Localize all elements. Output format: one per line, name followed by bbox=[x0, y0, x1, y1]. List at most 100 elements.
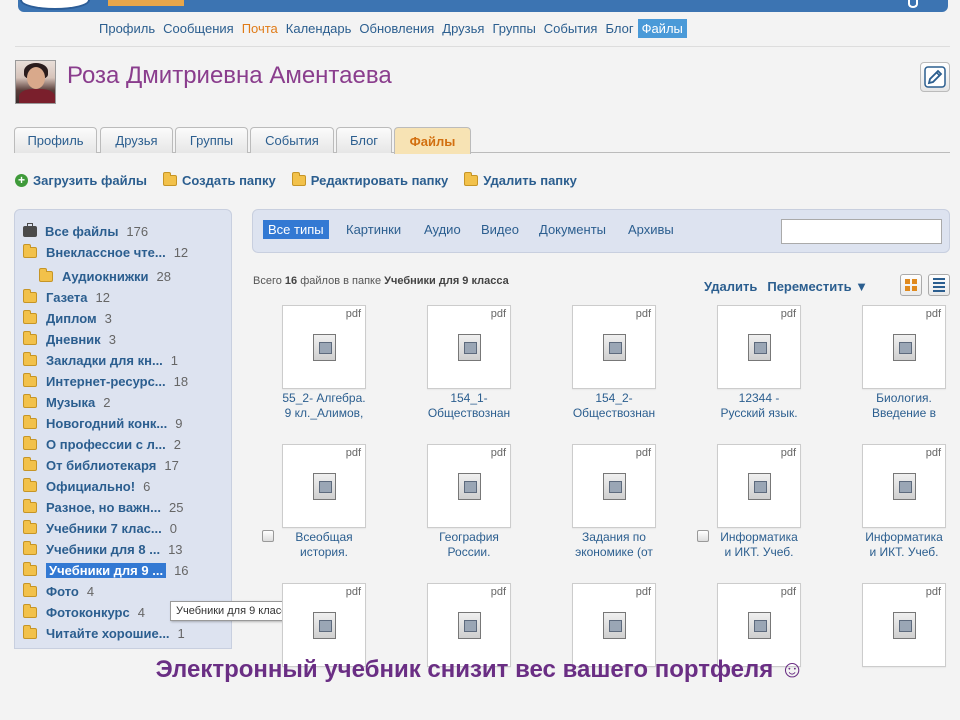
file-name[interactable]: экономике (от bbox=[554, 545, 674, 560]
file-checkbox[interactable] bbox=[697, 530, 709, 542]
nav-item[interactable]: Профиль bbox=[95, 19, 159, 38]
sidebar-item-folder[interactable]: О профессии с л... 2 bbox=[23, 436, 181, 453]
file-name[interactable]: Задания по bbox=[554, 530, 674, 545]
upload-files-button[interactable]: + Загрузить файлы bbox=[15, 173, 147, 188]
nav-item[interactable]: Обновления bbox=[355, 19, 438, 38]
sidebar-item-folder[interactable]: Читайте хорошие... 1 bbox=[23, 625, 185, 642]
file-name[interactable]: Обществознан bbox=[554, 406, 674, 421]
nav-item[interactable]: Файлы bbox=[637, 19, 687, 38]
file-thumbnail[interactable]: pdf bbox=[862, 583, 946, 667]
file-name[interactable]: 154_1- bbox=[409, 391, 529, 406]
file-thumbnail[interactable]: pdf bbox=[717, 305, 801, 389]
filter-type[interactable]: Аудио bbox=[419, 220, 466, 239]
sidebar-item-folder[interactable]: Интернет-ресурс... 18 bbox=[23, 373, 188, 390]
file-name[interactable]: Всеобщая bbox=[264, 530, 384, 545]
tab[interactable]: Друзья bbox=[100, 127, 173, 153]
sidebar-item-folder[interactable]: Учебники 7 клас... 0 bbox=[23, 520, 177, 537]
nav-item[interactable]: Группы bbox=[488, 19, 539, 38]
filter-type[interactable]: Видео bbox=[476, 220, 524, 239]
file-name[interactable]: Информатика bbox=[699, 530, 819, 545]
delete-folder-button[interactable]: Удалить папку bbox=[464, 172, 577, 188]
grid-view-button[interactable] bbox=[900, 274, 922, 296]
file-name[interactable]: 55_2- Алгебра. bbox=[264, 391, 384, 406]
filter-type[interactable]: Все типы bbox=[263, 220, 329, 239]
sidebar-item-folder[interactable]: Официально! 6 bbox=[23, 478, 150, 495]
file-name[interactable]: Введение в bbox=[844, 406, 960, 421]
file-thumbnail[interactable]: pdf bbox=[862, 444, 946, 528]
move-files-button[interactable]: Переместить ▼ bbox=[767, 279, 868, 294]
file-name[interactable]: 12344 - bbox=[699, 391, 819, 406]
edit-profile-button[interactable] bbox=[920, 62, 950, 92]
file-thumbnail[interactable]: pdf bbox=[282, 583, 366, 667]
nav-item[interactable]: События bbox=[540, 19, 602, 38]
file-thumbnail[interactable]: pdf bbox=[282, 444, 366, 528]
file-thumbnail[interactable]: pdf bbox=[572, 444, 656, 528]
sidebar-item-folder[interactable]: Новогодний конк... 9 bbox=[23, 415, 183, 432]
file-name[interactable]: 9 кл._Алимов, bbox=[264, 406, 384, 421]
filter-type[interactable]: Архивы bbox=[623, 220, 679, 239]
sidebar-item-folder[interactable]: Разное, но важн... 25 bbox=[23, 499, 183, 516]
nav-item[interactable]: Друзья bbox=[438, 19, 488, 38]
folder-icon bbox=[23, 310, 37, 324]
divider bbox=[15, 46, 950, 47]
file-thumbnail[interactable]: pdf bbox=[427, 444, 511, 528]
file-search-input[interactable] bbox=[781, 219, 942, 244]
sidebar-item-folder[interactable]: Диплом 3 bbox=[23, 310, 112, 327]
tab[interactable]: Группы bbox=[175, 127, 248, 153]
file-name[interactable]: 154_2- bbox=[554, 391, 674, 406]
delete-files-button[interactable]: Удалить bbox=[704, 279, 757, 294]
sidebar-item-folder[interactable]: Музыка 2 bbox=[23, 394, 110, 411]
nav-item[interactable]: Календарь bbox=[282, 19, 356, 38]
folder-icon bbox=[23, 331, 37, 345]
tab[interactable]: Файлы bbox=[394, 127, 471, 154]
sidebar-item-folder[interactable]: Закладки для кн... 1 bbox=[23, 352, 178, 369]
filter-type[interactable]: Картинки bbox=[341, 220, 406, 239]
sidebar-item-folder[interactable]: Газета 12 bbox=[23, 289, 110, 306]
edit-folder-button[interactable]: Редактировать папку bbox=[291, 172, 448, 188]
list-view-button[interactable] bbox=[928, 274, 950, 296]
file-name[interactable]: и ИКТ. Учеб. bbox=[844, 545, 960, 560]
sidebar-item-folder[interactable]: Учебники для 8 ... 13 bbox=[23, 541, 183, 558]
create-folder-button[interactable]: Создать папку bbox=[163, 172, 276, 188]
file-thumbnail[interactable]: pdf bbox=[717, 583, 801, 667]
file-name[interactable]: и ИКТ. Учеб. bbox=[699, 545, 819, 560]
file-thumbnail[interactable]: pdf bbox=[427, 305, 511, 389]
sidebar-item-folder[interactable]: От библиотекаря 17 bbox=[23, 457, 179, 474]
sidebar-item-folder[interactable]: Внеклассное чте... 12 bbox=[23, 244, 188, 261]
file-name[interactable]: Обществознан bbox=[409, 406, 529, 421]
filter-type[interactable]: Документы bbox=[534, 220, 611, 239]
pdf-file-icon bbox=[603, 473, 626, 500]
sidebar-item-folder[interactable]: Учебники для 9 ... 16 bbox=[23, 562, 189, 579]
sidebar-item-folder[interactable]: Аудиокнижки 28 bbox=[39, 268, 171, 285]
file-thumbnail[interactable]: pdf bbox=[862, 305, 946, 389]
file-thumbnail[interactable]: pdf bbox=[717, 444, 801, 528]
file-name[interactable]: Биология. bbox=[844, 391, 960, 406]
nav-item[interactable]: Сообщения bbox=[159, 19, 238, 38]
file-thumbnail[interactable]: pdf bbox=[572, 583, 656, 667]
file-checkbox[interactable] bbox=[262, 530, 274, 542]
nav-item[interactable]: Блог bbox=[601, 19, 637, 38]
nav-item[interactable]: Почта bbox=[238, 19, 282, 38]
sidebar-item-folder[interactable]: Дневник 3 bbox=[23, 331, 116, 348]
sidebar-item-folder[interactable]: Фото 4 bbox=[23, 583, 94, 600]
file-thumbnail[interactable]: pdf bbox=[282, 305, 366, 389]
tab[interactable]: Профиль bbox=[14, 127, 97, 153]
file-thumbnail[interactable]: pdf bbox=[427, 583, 511, 667]
folder-icon bbox=[23, 373, 37, 387]
folder-icon bbox=[23, 457, 37, 471]
tab[interactable]: Блог bbox=[336, 127, 392, 153]
file-name[interactable]: история. bbox=[264, 545, 384, 560]
folder-icon bbox=[39, 268, 53, 282]
pdf-file-icon bbox=[748, 334, 771, 361]
avatar[interactable] bbox=[15, 60, 56, 104]
sidebar-item-all-files[interactable]: Все файлы 176 bbox=[23, 223, 148, 240]
file-name[interactable]: География bbox=[409, 530, 529, 545]
file-name[interactable]: России. bbox=[409, 545, 529, 560]
file-thumbnail[interactable]: pdf bbox=[572, 305, 656, 389]
tab[interactable]: События bbox=[250, 127, 334, 153]
sidebar-item-folder[interactable]: Фотоконкурс 4 bbox=[23, 604, 145, 621]
file-name[interactable]: Информатика bbox=[844, 530, 960, 545]
site-logo[interactable] bbox=[20, 0, 90, 10]
file-name[interactable]: Русский язык. bbox=[699, 406, 819, 421]
search-icon[interactable] bbox=[908, 0, 918, 8]
